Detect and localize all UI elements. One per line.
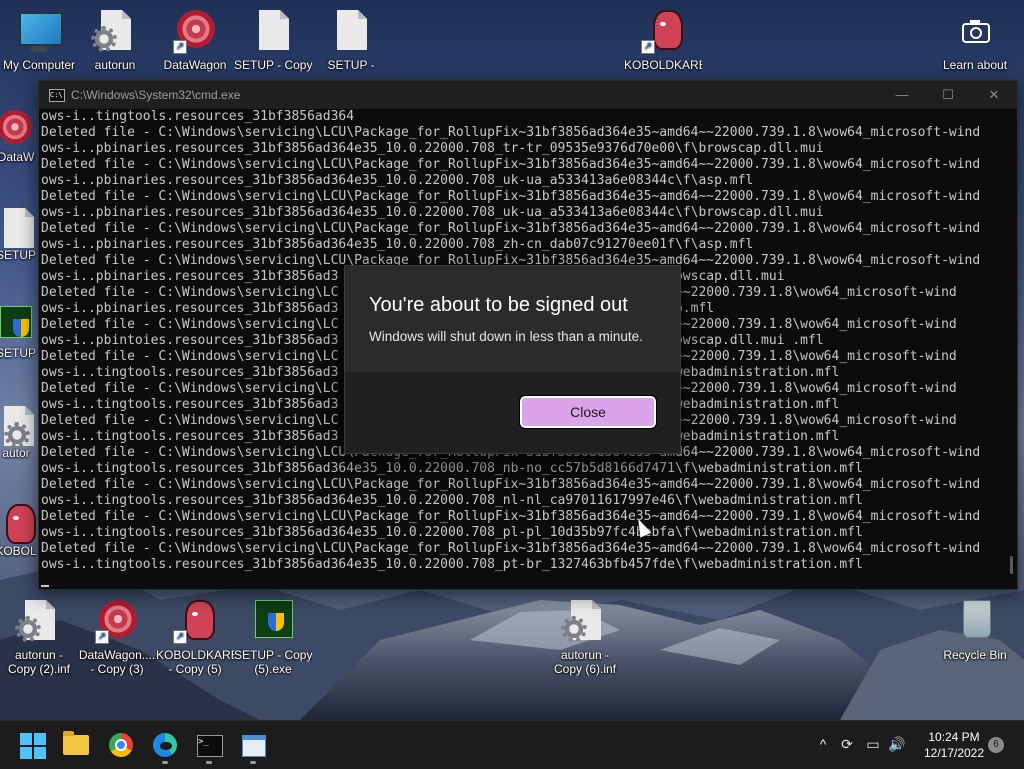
cmd-output-line: Deleted file - C:\Windows\servicing\LCU\… bbox=[41, 509, 981, 524]
cmd-window-title: C:\Windows\System32\cmd.exe bbox=[71, 88, 241, 102]
cmd-output-line: ows-i..tingtools.resources_31bf3856ad364… bbox=[41, 461, 863, 476]
taskbar: >_ ^ ⟳ ▭ 🔊 10:24 PM 12/17/2022 6 bbox=[0, 720, 1024, 769]
close-window-button[interactable]: ✕ bbox=[971, 81, 1017, 109]
cmd-output-line: Deleted file - C:\Windows\servicing\LCU\… bbox=[41, 477, 981, 492]
network-icon[interactable]: ▭ bbox=[864, 735, 882, 753]
settings-file-icon bbox=[0, 404, 36, 448]
koboldkare-icon: ↗ bbox=[639, 8, 687, 56]
dialog-close-button[interactable]: Close bbox=[519, 395, 657, 429]
show-hidden-icons-chevron-icon[interactable]: ^ bbox=[814, 735, 832, 753]
cmd-scrollbar-thumb[interactable] bbox=[1010, 556, 1013, 574]
settings-file-icon bbox=[91, 8, 139, 56]
cmd-output-line: Deleted file - C:\Windows\servicing\LCU\… bbox=[41, 541, 981, 556]
cmd-output-line: Deleted file - C:\Windows\servicing\LCU\… bbox=[41, 125, 981, 140]
desktop-icon-autorun[interactable]: autorun bbox=[76, 8, 154, 72]
sync-icon[interactable]: ⟳ bbox=[838, 735, 856, 753]
clock-date: 12/17/2022 bbox=[923, 746, 985, 760]
cmd-output-line: ows-i..tingtools.resources_31bf3856ad364… bbox=[41, 493, 863, 508]
desktop-icon-koboldkare-copy-5[interactable]: ↗ KOBOLDKARE - Copy (5) bbox=[156, 598, 234, 676]
koboldkare-icon: ↗ bbox=[171, 598, 219, 646]
cmd-output-line: Deleted file - C:\Windows\servicing\LCU\… bbox=[41, 221, 981, 236]
cmd-output-line: ows-i..tingtools.resources_31bf3856ad364 bbox=[41, 109, 355, 124]
datawagon-icon: ↗ bbox=[93, 598, 141, 646]
text-cursor bbox=[41, 585, 49, 587]
desktop-icon-datawagon[interactable]: ↗ DataWagon bbox=[156, 8, 234, 72]
maximize-button[interactable]: ☐ bbox=[925, 81, 971, 109]
desktop-icon-recycle-bin[interactable]: Recycle Bin bbox=[936, 598, 1014, 662]
desktop-icon-my-computer[interactable]: My Computer bbox=[0, 8, 78, 72]
file-icon bbox=[0, 206, 36, 248]
cmd-app-icon: C:\ bbox=[49, 88, 65, 102]
desktop-icon-setup[interactable]: SETUP - bbox=[312, 8, 390, 72]
koboldkare-icon bbox=[0, 502, 36, 544]
volume-icon[interactable]: 🔊 bbox=[888, 735, 906, 753]
desktop-icon-setup-copy[interactable]: SETUP - Copy bbox=[234, 8, 312, 72]
notification-badge[interactable]: 6 bbox=[988, 737, 1004, 753]
cmd-output-line: Deleted file - C:\Windows\servicing\LCU\… bbox=[41, 189, 981, 204]
file-icon bbox=[249, 8, 297, 56]
settings-file-icon bbox=[561, 598, 609, 646]
desktop-icon-koboldkare[interactable]: ↗ KOBOLDKARE bbox=[624, 8, 702, 72]
settings-file-icon bbox=[15, 598, 63, 646]
sign-out-dialog: You're about to be signed out Windows wi… bbox=[344, 265, 681, 454]
dialog-title: You're about to be signed out bbox=[369, 294, 628, 316]
recycle-bin-icon bbox=[951, 598, 999, 646]
cmd-output-line: Deleted file - C:\Windows\servicing\LCU\… bbox=[41, 157, 981, 172]
cmd-output-line: ows-i..pbinaries.resources_31bf3856ad364… bbox=[41, 173, 754, 188]
cmd-output-line: ows-i..tingtools.resources_31bf3856ad364… bbox=[41, 525, 863, 540]
datawagon-icon bbox=[0, 108, 36, 148]
cmd-output-line: ows-i..pbinaries.resources_31bf3856ad364… bbox=[41, 205, 824, 220]
cmd-title-bar[interactable]: C:\ C:\Windows\System32\cmd.exe — ☐ ✕ bbox=[39, 81, 1017, 109]
desktop-icon-setup-copy-5[interactable]: SETUP - Copy (5).exe bbox=[234, 598, 312, 676]
cmd-output-line: ows-i..pbinaries.resources_31bf3856ad364… bbox=[41, 141, 824, 156]
file-icon bbox=[327, 8, 375, 56]
datawagon-icon: ↗ bbox=[171, 8, 219, 56]
camera-icon bbox=[951, 8, 999, 56]
computer-icon bbox=[19, 12, 63, 52]
system-tray: ^ ⟳ ▭ 🔊 10:24 PM 12/17/2022 6 bbox=[0, 721, 1024, 769]
desktop-icon-learn-about[interactable]: Learn about bbox=[936, 8, 1014, 72]
desktop-icon-autorun-copy-2[interactable]: autorun - Copy (2).inf bbox=[0, 598, 78, 676]
clock-time: 10:24 PM bbox=[928, 730, 980, 744]
taskbar-clock[interactable]: 10:24 PM 12/17/2022 bbox=[916, 729, 992, 761]
cmd-output-line: ows-i..tingtools.resources_31bf3856ad364… bbox=[41, 557, 863, 572]
setup-icon bbox=[249, 598, 297, 646]
dialog-message: Windows will shut down in less than a mi… bbox=[369, 329, 643, 344]
minimize-button[interactable]: — bbox=[879, 81, 925, 109]
desktop-icon-datawagon-copy-3[interactable]: ↗ DataWagon.... - Copy (3) bbox=[78, 598, 156, 676]
desktop-icon-autorun-copy-6[interactable]: autorun - Copy (6).inf bbox=[546, 598, 624, 676]
cmd-output-line: ows-i..pbinaries.resources_31bf3856ad364… bbox=[41, 237, 754, 252]
setup-icon bbox=[0, 304, 36, 344]
